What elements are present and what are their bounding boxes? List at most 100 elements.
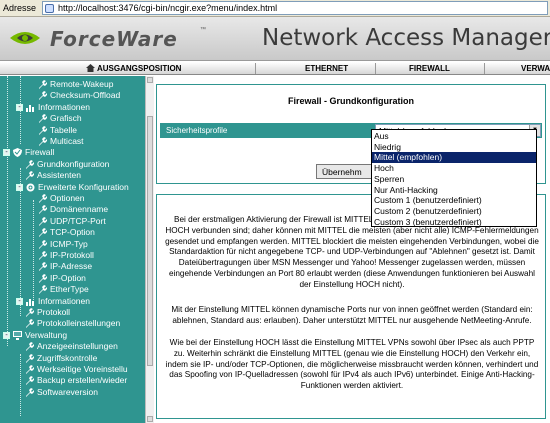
- sidebar-item[interactable]: - Verwaltung: [0, 330, 145, 341]
- dropdown-option[interactable]: Custom 2 (benutzerdefiniert): [372, 206, 536, 217]
- dropdown-option[interactable]: Niedrig: [372, 142, 536, 153]
- scroll-up-arrow-icon[interactable]: [147, 77, 153, 83]
- dropdown-option[interactable]: Sperren: [372, 174, 536, 185]
- scroll-down-arrow-icon[interactable]: [147, 416, 153, 422]
- sidebar-item-label: Zugriffskontrolle: [37, 352, 98, 363]
- sidebar-item-label: Informationen: [38, 295, 90, 306]
- shield-icon: [13, 148, 22, 158]
- collapse-toggle-icon[interactable]: -: [16, 297, 23, 305]
- sidebar-item[interactable]: - Erweiterte Konfiguration: [0, 182, 145, 193]
- sidebar-item-label: Firewall: [25, 147, 55, 158]
- sidebar-item-label: Informationen: [38, 101, 90, 112]
- wrench-icon: [26, 365, 34, 374]
- collapse-toggle-icon[interactable]: -: [16, 103, 23, 111]
- wrench-icon: [39, 91, 47, 101]
- forceware-logo: ForceWare: [50, 27, 178, 51]
- bar-chart-icon: [26, 298, 34, 306]
- sidebar-item[interactable]: IP-Protokoll: [0, 250, 145, 261]
- sidebar-item[interactable]: Checksum-Offload: [0, 90, 145, 101]
- sidebar-item[interactable]: - Informationen: [0, 296, 145, 307]
- wrench-icon: [39, 114, 47, 124]
- address-label: Adresse: [3, 3, 37, 13]
- collapse-toggle-icon[interactable]: -: [3, 331, 10, 339]
- sidebar-item[interactable]: - Firewall: [0, 147, 145, 158]
- url-field[interactable]: http://localhost:3476/cgi-bin/ncgir.exe?…: [42, 1, 548, 15]
- app-title: Network Access Manager: [262, 25, 550, 51]
- bar-chart-icon: [26, 104, 34, 112]
- nav-tab-verwaltung[interactable]: VERWA: [521, 64, 550, 73]
- top-nav: AUSGANGSPOSITION ETHERNET FIREWALL VERWA: [0, 62, 550, 75]
- sidebar-scrollbar[interactable]: [145, 76, 154, 423]
- app-banner: ForceWare ™ Network Access Manager: [0, 17, 550, 61]
- url-text: http://localhost:3476/cgi-bin/ncgir.exe?…: [58, 3, 278, 13]
- sidebar-item[interactable]: ICMP-Typ: [0, 239, 145, 250]
- page-icon: [45, 4, 54, 13]
- sidebar-item[interactable]: Remote-Wakeup: [0, 79, 145, 90]
- wrench-icon: [39, 228, 47, 238]
- sidebar-item[interactable]: Optionen: [0, 193, 145, 204]
- sidebar-item-label: Protokolleinstellungen: [37, 318, 121, 329]
- dropdown-option[interactable]: Mittel (empfohlen): [372, 152, 536, 163]
- sidebar-item[interactable]: Grafisch: [0, 113, 145, 124]
- sidebar-item-label: EtherType: [50, 284, 89, 295]
- sidebar-item[interactable]: UDP/TCP-Port: [0, 216, 145, 227]
- nav-tab-home[interactable]: AUSGANGSPOSITION: [97, 64, 181, 73]
- security-profile-dropdown[interactable]: Aus Niedrig Mittel (empfohlen) Hoch Sperren N…: [371, 129, 537, 227]
- sidebar-item-label: Softwareversion: [37, 386, 98, 397]
- dropdown-option[interactable]: Custom 3 (benutzerdefiniert): [372, 217, 536, 228]
- wrench-icon: [39, 251, 47, 260]
- info-text-panel: Bei der erstmaligen Aktivierung der Fire…: [156, 194, 546, 419]
- sidebar-item[interactable]: Protokolleinstellungen: [0, 318, 145, 329]
- nav-divider: [484, 63, 485, 74]
- sidebar-item-label: Assistenten: [37, 170, 81, 181]
- sidebar-item[interactable]: Protokoll: [0, 307, 145, 318]
- wrench-icon: [39, 262, 47, 272]
- monitor-icon: [13, 330, 22, 340]
- dropdown-option[interactable]: Aus: [372, 131, 536, 142]
- wrench-icon: [26, 376, 34, 386]
- sidebar-item-label: Grafisch: [50, 113, 82, 124]
- sidebar-item-label: Erweiterte Konfiguration: [38, 181, 129, 192]
- security-profile-label: Sicherheitsprofile: [166, 126, 228, 135]
- sidebar-item-label: UDP/TCP-Port: [50, 215, 106, 226]
- sidebar-item[interactable]: Multicast: [0, 136, 145, 147]
- sidebar-item[interactable]: Zugriffskontrolle: [0, 353, 145, 364]
- wrench-icon: [39, 137, 47, 146]
- sidebar-item[interactable]: Softwareversion: [0, 387, 145, 398]
- dropdown-option[interactable]: Hoch: [372, 163, 536, 174]
- sidebar-item[interactable]: Tabelle: [0, 125, 145, 136]
- wrench-icon: [26, 387, 34, 397]
- sidebar-item-label: Grundkonfiguration: [37, 158, 110, 169]
- collapse-toggle-icon[interactable]: -: [16, 183, 23, 191]
- wrench-icon: [26, 319, 34, 329]
- sidebar-item-label: Domänenname: [50, 204, 109, 215]
- collapse-toggle-icon[interactable]: -: [3, 149, 10, 157]
- sidebar-tree: Remote-Wakeup Checksum-Offload - Informatio…: [0, 76, 145, 423]
- sidebar-item[interactable]: Domänenname: [0, 204, 145, 215]
- scrollbar-thumb[interactable]: [147, 116, 153, 366]
- dropdown-option[interactable]: Custom 1 (benutzerdefiniert): [372, 195, 536, 206]
- wrench-icon: [39, 285, 47, 295]
- wrench-icon: [26, 308, 34, 317]
- sidebar-item[interactable]: - Informationen: [0, 102, 145, 113]
- sidebar-item-label: Werkseitige Voreinstellu: [37, 364, 128, 374]
- sidebar-item[interactable]: EtherType: [0, 284, 145, 295]
- dropdown-option[interactable]: Nur Anti-Hacking: [372, 185, 536, 196]
- sidebar-item-label: Verwaltung: [25, 329, 68, 340]
- address-bar: Adresse http://localhost:3476/cgi-bin/nc…: [0, 0, 550, 17]
- sidebar-item[interactable]: Assistenten: [0, 170, 145, 181]
- sidebar-item-label: IP-Adresse: [50, 261, 93, 272]
- sidebar-item[interactable]: TCP-Option: [0, 227, 145, 238]
- nav-tab-ethernet[interactable]: ETHERNET: [305, 64, 348, 73]
- sidebar-item[interactable]: Grundkonfiguration: [0, 159, 145, 170]
- gear-icon: [26, 183, 35, 192]
- sidebar-item-label: IP-Protokoll: [50, 250, 94, 260]
- sidebar-item[interactable]: Werkseitige Voreinstellu: [0, 364, 145, 375]
- sidebar-item[interactable]: Backup erstellen/wieder: [0, 375, 145, 386]
- sidebar-item-label: Backup erstellen/wieder: [37, 375, 128, 386]
- nav-tab-firewall[interactable]: FIREWALL: [409, 64, 450, 73]
- sidebar-item[interactable]: IP-Adresse: [0, 261, 145, 272]
- sidebar-item-label: Protokoll: [37, 307, 71, 317]
- sidebar-item[interactable]: Anzeigeeinstellungen: [0, 341, 145, 352]
- sidebar-item[interactable]: IP-Option: [0, 273, 145, 284]
